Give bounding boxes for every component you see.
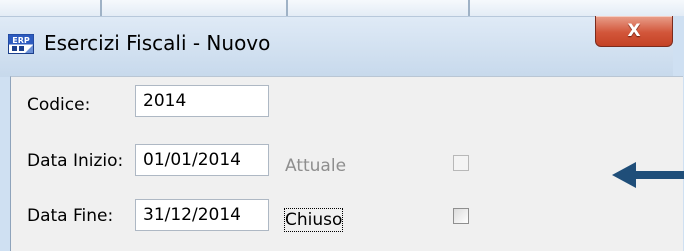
close-icon: X bbox=[627, 21, 641, 41]
close-button[interactable]: X bbox=[595, 16, 673, 47]
chiuso-checkbox[interactable] bbox=[453, 208, 469, 224]
svg-text:ERP: ERP bbox=[12, 36, 30, 45]
form-area: Codice: 2014 Data Inizio: 01/01/2014 Att… bbox=[10, 76, 683, 251]
data-fine-label: Data Fine: bbox=[27, 206, 114, 226]
chiuso-label[interactable]: Chiuso bbox=[283, 208, 344, 232]
attuale-label: Attuale bbox=[285, 156, 347, 176]
attuale-checkbox[interactable] bbox=[453, 155, 469, 171]
codice-input[interactable]: 2014 bbox=[135, 85, 269, 117]
dialog-window: ERP Esercizi Fiscali - Nuovo X Codice: 2… bbox=[0, 0, 684, 251]
background-window-strip bbox=[0, 0, 684, 16]
data-fine-input[interactable]: 31/12/2014 bbox=[135, 199, 269, 231]
window-title: Esercizi Fiscali - Nuovo bbox=[44, 31, 271, 55]
codice-label: Codice: bbox=[27, 95, 91, 115]
left-arrow-icon bbox=[612, 162, 684, 188]
app-erp-icon: ERP bbox=[8, 34, 34, 54]
data-inizio-label: Data Inizio: bbox=[27, 151, 124, 171]
data-inizio-input[interactable]: 01/01/2014 bbox=[135, 144, 269, 176]
